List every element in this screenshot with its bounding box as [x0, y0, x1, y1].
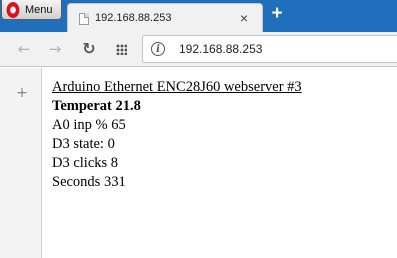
webserver-title-link[interactable]: Arduino Ethernet ENC28J60 webserver #3 — [52, 79, 302, 95]
page-icon — [79, 13, 89, 25]
opera-logo-icon — [6, 1, 20, 18]
grid-dots — [116, 44, 127, 55]
sidebar: + — [0, 68, 42, 258]
address-bar[interactable]: i 192.168.88.253 — [142, 35, 397, 63]
site-info-icon[interactable]: i — [151, 42, 165, 56]
reload-icon[interactable]: ↻ — [80, 40, 98, 58]
address-input[interactable]: 192.168.88.253 — [179, 42, 262, 56]
d3-state-line: D3 state: 0 — [52, 136, 115, 152]
analog-input-line: A0 inp % 65 — [52, 117, 126, 133]
close-tab-icon[interactable]: × — [240, 10, 248, 26]
menu-label: Menu — [25, 3, 53, 16]
temperature-line: Temperat 21.8 — [52, 98, 141, 114]
back-arrow-icon[interactable]: ← — [15, 40, 33, 58]
forward-arrow-icon[interactable]: → — [46, 40, 64, 58]
tab-strip: Menu 192.168.88.253 × + — [0, 0, 397, 32]
new-tab-button[interactable]: + — [267, 3, 287, 25]
page-content: Arduino Ethernet ENC28J60 webserver #3 T… — [52, 78, 302, 192]
seconds-line: Seconds 331 — [52, 174, 126, 190]
menu-button[interactable]: Menu — [1, 0, 62, 20]
add-panel-icon[interactable]: + — [16, 86, 28, 100]
tab-active[interactable]: 192.168.88.253 × — [67, 3, 263, 32]
tab-title: 192.168.88.253 — [95, 12, 172, 24]
navigation-bar: ← → ↻ i 192.168.88.253 — [0, 32, 397, 67]
speed-dial-grid-icon[interactable] — [113, 40, 131, 58]
d3-clicks-line: D3 clicks 8 — [52, 155, 119, 171]
